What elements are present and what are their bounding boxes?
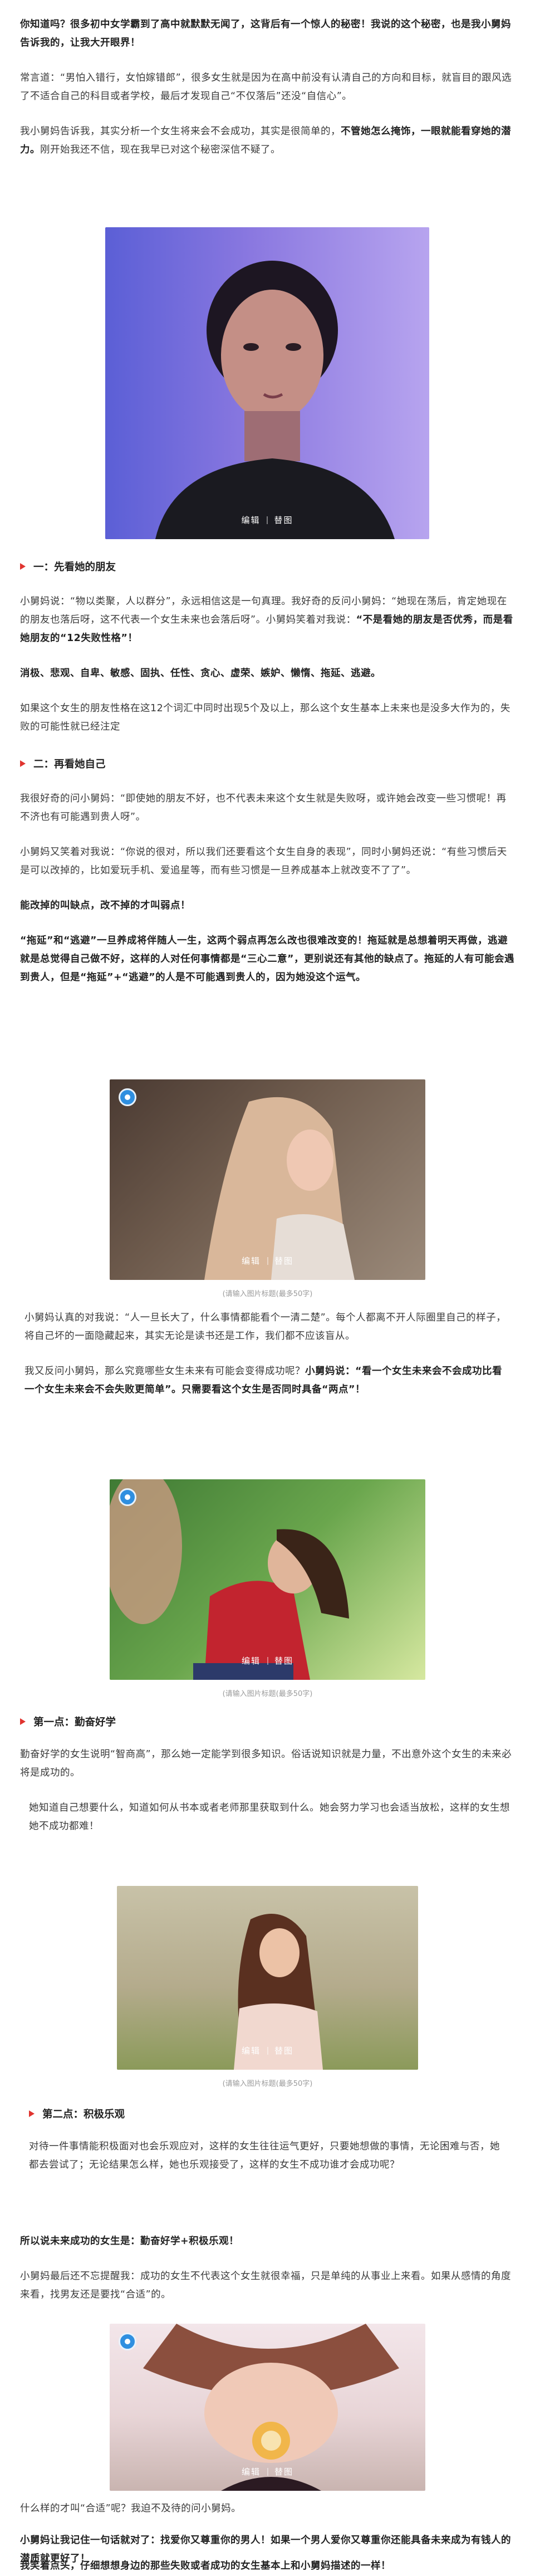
point-1: 第一点：勤奋好学 勤奋好学的女生说明“智商高”，那么她一定能学到很多知识。俗话说… xyxy=(20,1714,515,1836)
replace-image-link[interactable]: 替图 xyxy=(274,2045,293,2056)
image-edit-toolbar[interactable]: 编辑 替图 xyxy=(242,1655,293,1666)
point-heading: 第一点：勤奋好学 xyxy=(20,1714,515,1729)
image-edit-toolbar[interactable]: 编辑 替图 xyxy=(242,1255,293,1267)
intro-paragraph: 常言道：“男怕入错行，女怕嫁错郎”，很多女生就是因为在高中前没有认清自己的方向和… xyxy=(20,72,512,102)
summary-paragraph: 小舅妈最后还不忘提醒我：成功的女生不代表这个女生就很幸福，只是单纯的从事业上来看… xyxy=(20,2271,511,2300)
summary: 所以说未来成功的女生是：勤奋好学+积极乐观！ 小舅妈最后还不忘提醒我：成功的女生… xyxy=(20,2232,515,2304)
closing-question: 什么样的才叫“合适”呢？我迫不及待的问小舅妈。 xyxy=(20,2503,242,2514)
section-2-emphasis: 能改掉的叫缺点，改不掉的才叫弱点！ xyxy=(20,900,190,911)
section-1-paragraph-3: 如果这个女生的朋友性格在这12个词汇中同时出现5个及以上，那么这个女生基本上未来… xyxy=(20,703,511,732)
photo-red-sweater[interactable]: 编辑 替图 xyxy=(110,1479,425,1680)
replace-image-link[interactable]: 替图 xyxy=(274,2466,293,2477)
closing-final-line: 我笑着点头，仔细想想身边的那些失败或者成功的女生基本上和小舅妈描述的一样！ xyxy=(20,2560,391,2572)
image-edit-toolbar[interactable]: 编辑 替图 xyxy=(242,2045,293,2056)
toolbar-divider xyxy=(267,516,268,524)
toolbar-divider xyxy=(267,2046,268,2055)
section-2-paragraph: 我很好奇的问小舅妈：“即使她的朋友不好，也不代表未来这个女生就是失败呀，或许她会… xyxy=(20,793,507,823)
photo-flower[interactable]: 编辑 替图 xyxy=(110,2324,425,2491)
replace-image-link[interactable]: 替图 xyxy=(274,1255,293,1267)
photo-red-sweater-figure xyxy=(110,1479,349,1680)
point-1-paragraph-2: 她知道自己想要什么，知道如何从书本或者老师那里获取到什么。她会努力学习也会适当放… xyxy=(29,1802,510,1832)
section-2-paragraph-2: 小舅妈又笑着对我说：“你说的很对，所以我们还要看这个女生自身的表现”，同时小舅妈… xyxy=(20,847,507,876)
edit-link[interactable]: 编辑 xyxy=(242,1255,261,1267)
section-2: 二：再看她自己 我很好奇的问小舅妈：“即使她的朋友不好，也不代表未来这个女生就是… xyxy=(20,756,515,987)
photo-long-hair-figure xyxy=(204,1097,355,1280)
image-marker-icon xyxy=(119,1488,136,1506)
toolbar-divider xyxy=(267,2467,268,2476)
section-2b-paragraph: 小舅妈认真的对我说：“人一旦长大了，什么事情都能看个一清二楚”。每个人都离不开人… xyxy=(24,1312,507,1342)
section-heading: 一：先看她的朋友 xyxy=(20,559,515,574)
section-1: 一：先看她的朋友 小舅妈说：“物以类聚，人以群分”，永远相信这是一句真理。我好奇… xyxy=(20,559,515,736)
triangle-bullet-icon xyxy=(20,563,26,570)
photo-field-figure xyxy=(234,1914,323,2070)
image-marker-icon xyxy=(119,1088,136,1106)
edit-link[interactable]: 编辑 xyxy=(242,2466,261,2477)
triangle-bullet-icon xyxy=(29,2110,35,2117)
triangle-bullet-icon xyxy=(20,1718,26,1725)
failure-traits: 消极、悲观、自卑、敏感、固执、任性、贪心、虚荣、嫉妒、懒惰、拖延、逃避。 xyxy=(20,668,381,679)
image-caption[interactable]: (请输入图片标题(最多50字) xyxy=(20,1688,515,1698)
photo-long-hair[interactable]: 编辑 替图 xyxy=(110,1079,425,1280)
edit-link[interactable]: 编辑 xyxy=(241,514,260,526)
intro-paragraph-2: 我小舅妈告诉我，其实分析一个女生将来会不会成功，其实是很简单的，不管她怎么掩饰，… xyxy=(20,126,511,155)
image-edit-toolbar[interactable]: 编辑 替图 xyxy=(241,514,293,526)
closing-final: 我笑着点头，仔细想想身边的那些失败或者成功的女生基本上和小舅妈描述的一样！ xyxy=(20,2557,515,2575)
edit-link[interactable]: 编辑 xyxy=(242,1655,261,1666)
image-marker-icon xyxy=(119,2333,136,2350)
summary-emphasis: 所以说未来成功的女生是：勤奋好学+积极乐观！ xyxy=(20,2236,239,2247)
point-heading: 第二点：积极乐观 xyxy=(29,2106,508,2121)
portrait-figure xyxy=(155,261,395,539)
toolbar-divider xyxy=(267,1656,268,1665)
image-caption[interactable]: (请输入图片标题(最多50字) xyxy=(20,1288,515,1298)
image-edit-toolbar[interactable]: 编辑 替图 xyxy=(242,2466,293,2477)
section-heading: 二：再看她自己 xyxy=(20,756,515,771)
edit-link[interactable]: 编辑 xyxy=(242,2045,261,2056)
image-caption[interactable]: (请输入图片标题(最多50字) xyxy=(20,2078,515,2088)
point-1-paragraph: 勤奋好学的女生说明“智商高”，那么她一定能学到很多知识。俗话说知识就是力量，不出… xyxy=(20,1749,512,1778)
point-2: 第二点：积极乐观 对待一件事情能积极面对也会乐观应对，这样的女生往往运气更好，只… xyxy=(29,2106,508,2174)
point-2-paragraph: 对待一件事情能积极面对也会乐观应对，这样的女生往往运气更好，只要她想做的事情，无… xyxy=(29,2141,500,2171)
intro-block: 你知道吗？很多初中女学霸到了高中就默默无闻了，这背后有一个惊人的秘密！我说的这个… xyxy=(20,16,515,159)
section-2b: 小舅妈认真的对我说：“人一旦长大了，什么事情都能看个一清二楚”。每个人都离不开人… xyxy=(24,1309,512,1399)
section-2-paragraph-4: “拖延”和“逃避”一旦养成将伴随人一生，这两个弱点再怎么改也很难改变的！拖延就是… xyxy=(20,935,514,983)
triangle-bullet-icon xyxy=(20,760,26,767)
toolbar-divider xyxy=(267,1257,268,1265)
intro-lead: 你知道吗？很多初中女学霸到了高中就默默无闻了，这背后有一个惊人的秘密！我说的这个… xyxy=(20,19,511,48)
replace-image-link[interactable]: 替图 xyxy=(274,514,293,526)
replace-image-link[interactable]: 替图 xyxy=(274,1655,293,1666)
section-2b-paragraph-2: 我又反问小舅妈，那么究竟哪些女生未来有可能会变得成功呢？小舅妈说：“看一个女生未… xyxy=(24,1366,502,1395)
photo-field[interactable]: 编辑 替图 xyxy=(117,1886,418,2070)
portrait-image[interactable]: 编辑 替图 xyxy=(105,227,429,539)
section-1-paragraph: 小舅妈说：“物以类聚，人以群分”，永远相信这是一句真理。我好奇的反问小舅妈：“她… xyxy=(20,596,513,644)
